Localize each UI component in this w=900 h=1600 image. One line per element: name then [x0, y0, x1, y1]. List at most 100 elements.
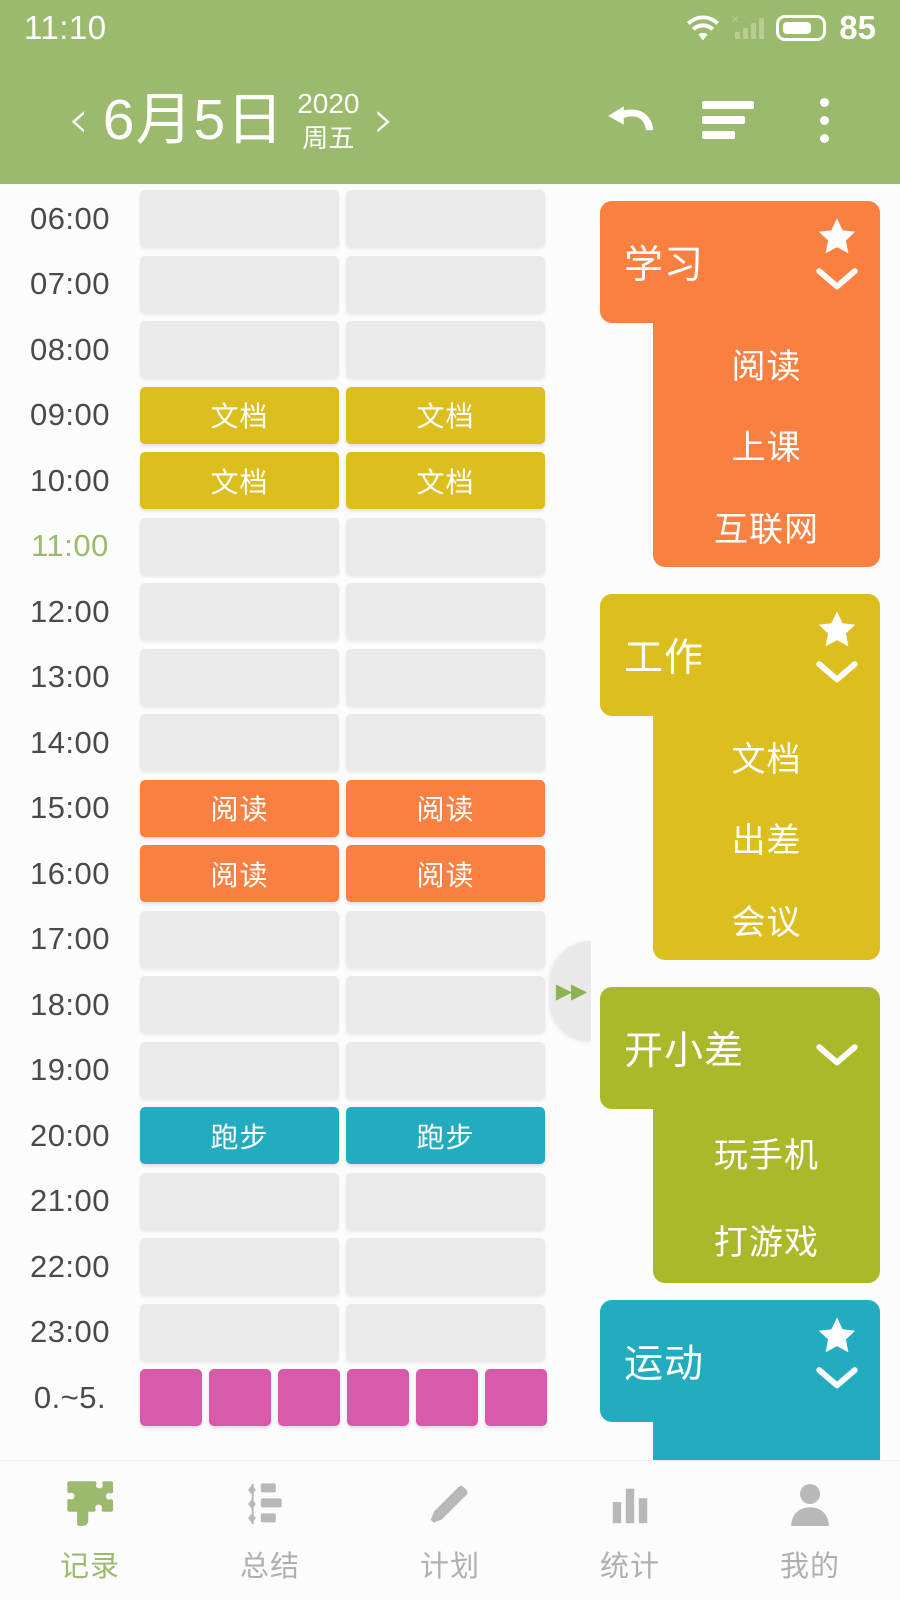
schedule-slot[interactable] [140, 976, 339, 1033]
category-item[interactable]: 会议 [653, 895, 880, 944]
schedule-slot[interactable]: 跑步 [140, 1107, 339, 1164]
schedule-slot[interactable]: 阅读 [140, 845, 339, 902]
slot-container: 阅读 阅读 [140, 845, 545, 902]
schedule-row: 18:00 [0, 976, 590, 1033]
category-title: 运动 [624, 1343, 705, 1386]
category-item[interactable]: 阅读 [653, 339, 880, 388]
tab-label: 我的 [779, 1550, 840, 1583]
favorite-button[interactable] [817, 1316, 857, 1359]
category-item[interactable]: 文档 [653, 732, 880, 781]
schedule-row: 16:00 阅读 阅读 [0, 845, 590, 902]
schedule-slot[interactable] [485, 1369, 547, 1426]
tab-person[interactable]: 我的 [720, 1477, 900, 1585]
schedule-row: 19:00 [0, 1041, 590, 1099]
schedule-slot[interactable] [140, 1369, 202, 1426]
schedule-slot[interactable] [347, 1369, 409, 1426]
collapse-toggle-button[interactable] [816, 1366, 858, 1397]
category-item[interactable]: 上课 [653, 420, 880, 469]
collapse-toggle-button[interactable] [816, 1043, 858, 1074]
schedule-slot[interactable] [140, 910, 339, 968]
schedule-slot[interactable] [346, 910, 545, 968]
time-label: 20:00 [29, 1117, 111, 1153]
tab-bar-chart[interactable]: 统计 [540, 1477, 720, 1585]
schedule-slot[interactable] [140, 255, 339, 313]
slot-container [140, 517, 545, 575]
schedule-slot[interactable] [346, 648, 545, 706]
category-item-list [653, 1422, 880, 1460]
schedule-slot[interactable]: 跑步 [346, 1107, 545, 1164]
schedule-slot[interactable] [346, 1238, 545, 1295]
schedule-slot[interactable] [346, 583, 545, 640]
schedule-slot[interactable]: 阅读 [140, 779, 339, 837]
schedule-slot[interactable] [140, 517, 339, 575]
schedule-row: 12:00 [0, 583, 590, 640]
category-header[interactable]: 开小差 [600, 987, 880, 1109]
schedule-slot[interactable] [346, 1041, 545, 1099]
schedule-slot[interactable]: 文档 [346, 452, 545, 509]
schedule-slot[interactable] [140, 714, 339, 771]
previous-day-button[interactable]: ‹ [54, 94, 103, 146]
slot-container [140, 1172, 545, 1230]
category-item-list: 阅读 上课 互联网 [653, 323, 880, 567]
category-header[interactable]: 运动 [600, 1300, 880, 1422]
schedule-slot[interactable] [140, 190, 339, 247]
schedule-slot[interactable] [140, 1172, 339, 1230]
schedule-slot[interactable]: 阅读 [346, 779, 545, 837]
time-label: 06:00 [29, 200, 111, 236]
collapse-toggle-button[interactable] [816, 660, 858, 691]
app-bar-actions [584, 72, 900, 168]
collapse-toggle-button[interactable] [816, 267, 858, 298]
schedule-slot[interactable] [278, 1369, 340, 1426]
undo-button[interactable] [584, 72, 680, 168]
schedule-slot[interactable] [140, 321, 339, 378]
star-icon [818, 611, 856, 647]
time-label: 0.~5. [33, 1379, 107, 1415]
schedule-row: 13:00 [0, 648, 590, 706]
time-label: 07:00 [29, 266, 111, 301]
schedule-slot[interactable]: 文档 [346, 386, 545, 444]
schedule-slot[interactable] [140, 1041, 339, 1099]
schedule-slot[interactable] [416, 1369, 478, 1426]
schedule-slot[interactable] [346, 190, 545, 247]
next-day-button[interactable]: › [360, 94, 409, 146]
time-label: 10:00 [29, 462, 111, 498]
tab-summary-list[interactable]: 总结 [180, 1477, 360, 1585]
schedule-slot[interactable] [346, 517, 545, 575]
schedule-slot[interactable] [140, 1303, 339, 1361]
schedule-slot[interactable] [140, 583, 339, 640]
category-body: 阅读 上课 互联网 [653, 309, 880, 567]
schedule-slot[interactable] [346, 976, 545, 1033]
category-item[interactable]: 玩手机 [653, 1128, 880, 1177]
schedule-slot[interactable] [140, 1238, 339, 1295]
category-item[interactable]: 出差 [653, 813, 880, 862]
category-header[interactable]: 工作 [600, 594, 880, 716]
category-header-icons [816, 610, 858, 691]
tab-pencil[interactable]: 计划 [360, 1477, 540, 1585]
schedule-row: 14:00 [0, 714, 590, 771]
current-date-label[interactable]: 6月5日 [103, 91, 284, 149]
category-header[interactable]: 学习 [600, 201, 880, 323]
schedule-slot[interactable] [346, 255, 545, 313]
category-title: 工作 [624, 637, 705, 680]
schedule-slot[interactable]: 阅读 [346, 845, 545, 902]
favorite-button[interactable] [817, 610, 857, 653]
schedule-slot[interactable] [140, 648, 339, 706]
slot-container [140, 648, 545, 706]
overflow-menu-button[interactable] [776, 72, 872, 168]
wifi-icon [686, 15, 720, 41]
tab-puzzle[interactable]: 记录 [0, 1477, 180, 1585]
schedule-slot[interactable] [209, 1369, 271, 1426]
schedule-slot[interactable] [346, 1303, 545, 1361]
schedule-slot[interactable] [346, 1172, 545, 1230]
category-item[interactable]: 打游戏 [653, 1215, 880, 1264]
time-label: 13:00 [29, 659, 111, 694]
category-item[interactable]: 互联网 [653, 502, 880, 551]
favorite-button[interactable] [817, 217, 857, 260]
double-chevron-right-icon: ▶▶ [555, 979, 587, 1003]
sort-button[interactable] [680, 72, 776, 168]
schedule-slot[interactable]: 文档 [140, 386, 339, 444]
schedule-slot[interactable] [346, 321, 545, 378]
bar-chart-icon [607, 1477, 653, 1531]
schedule-slot[interactable]: 文档 [140, 452, 339, 509]
schedule-slot[interactable] [346, 714, 545, 771]
